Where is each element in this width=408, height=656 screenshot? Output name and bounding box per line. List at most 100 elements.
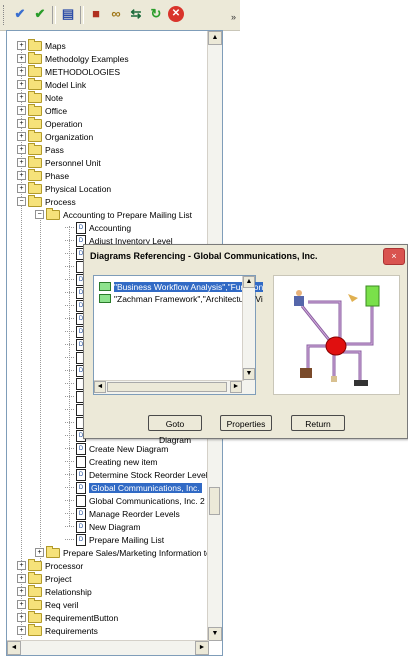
delete-doc-icon[interactable]: ■: [88, 6, 104, 22]
tree-item[interactable]: + Pass: [17, 142, 64, 156]
tree-item[interactable]: + Processor: [17, 558, 84, 572]
tree-item[interactable]: + Model Link: [17, 77, 86, 91]
goto-diagram-button[interactable]: Goto Diagram: [148, 415, 202, 445]
properties-button[interactable]: Properties: [220, 415, 272, 431]
expand-icon[interactable]: +: [17, 587, 26, 596]
tree-item[interactable]: − Process: [17, 194, 76, 208]
scroll-left-icon[interactable]: ◄: [7, 641, 21, 655]
list-icon[interactable]: ▤: [60, 6, 76, 22]
tree-item-label: METHODOLOGIES: [45, 66, 121, 77]
tree-item[interactable]: D Manage Reorder Levels: [65, 507, 180, 520]
link-icon[interactable]: ∞: [108, 6, 124, 22]
close-icon[interactable]: ×: [383, 248, 405, 265]
tree-item-label: Processor: [45, 560, 84, 571]
tree-item[interactable]: D Global Communications, Inc.: [65, 481, 202, 494]
expand-icon[interactable]: +: [17, 184, 26, 193]
tree-item[interactable]: + RequirementButton: [17, 610, 118, 624]
toolbar-grip[interactable]: [3, 5, 7, 25]
scroll-right-icon[interactable]: ►: [195, 641, 209, 655]
dialog-title: Diagrams Referencing - Global Communicat…: [84, 245, 407, 267]
tree-item[interactable]: + Methodolgy Examples: [17, 51, 129, 65]
tree-item[interactable]: D Determine Stock Reorder Levels: [65, 468, 209, 481]
tree-item[interactable]: + Physical Location: [17, 181, 111, 195]
tree-item[interactable]: + Personnel Unit: [17, 155, 101, 169]
scroll-down-icon[interactable]: ▼: [208, 627, 222, 641]
scroll-right-icon[interactable]: ►: [230, 381, 242, 393]
expand-icon[interactable]: +: [17, 600, 26, 609]
expand-icon[interactable]: +: [35, 548, 44, 557]
tree-item[interactable]: D Create New Diagram: [65, 442, 168, 455]
scroll-left-icon[interactable]: ◄: [94, 381, 106, 393]
expand-icon[interactable]: +: [17, 80, 26, 89]
folder-icon: [28, 51, 42, 64]
expand-icon[interactable]: +: [17, 106, 26, 115]
expand-icon[interactable]: +: [17, 93, 26, 102]
expand-icon[interactable]: +: [17, 132, 26, 141]
expand-icon[interactable]: +: [17, 561, 26, 570]
list-item[interactable]: "Business Workflow Analysis","Function: [99, 281, 264, 292]
list-horizontal-scrollbar[interactable]: ◄ ►: [94, 380, 244, 394]
scroll-up-icon[interactable]: ▲: [208, 31, 222, 45]
diagram-doc-icon: D: [76, 221, 86, 234]
scroll-down-icon[interactable]: ▼: [243, 368, 255, 380]
tree-connector: [65, 487, 74, 488]
folder-icon: [99, 282, 111, 291]
expand-icon[interactable]: +: [17, 119, 26, 128]
expand-icon[interactable]: +: [17, 145, 26, 154]
folder-icon: [46, 545, 60, 558]
tree-item[interactable]: − Accounting to Prepare Mailing List: [35, 207, 192, 221]
tree-item-label: Creating new item: [89, 456, 158, 467]
tree-item[interactable]: + METHODOLOGIES: [17, 64, 121, 78]
tree-item[interactable]: D Prepare Mailing List: [65, 533, 164, 546]
collapse-icon[interactable]: −: [17, 197, 26, 206]
toolbar-chevron-icon[interactable]: »: [231, 12, 236, 22]
list-item[interactable]: "Zachman Framework","Architectural Vi: [99, 293, 263, 304]
check-blue-icon[interactable]: ✔: [12, 6, 28, 22]
tree-item[interactable]: D New Diagram: [65, 520, 141, 533]
tree-item[interactable]: Global Communications, Inc. 2: [65, 494, 205, 507]
folder-icon: [28, 571, 42, 584]
expand-icon[interactable]: +: [17, 613, 26, 622]
tree-connector: [65, 318, 74, 319]
expand-icon[interactable]: +: [17, 171, 26, 180]
tree-connector: [65, 344, 74, 345]
collapse-icon[interactable]: −: [35, 210, 44, 219]
tree-item[interactable]: + Operation: [17, 116, 82, 130]
tree-item[interactable]: + Requirements: [17, 623, 98, 637]
expand-icon[interactable]: +: [17, 626, 26, 635]
diagrams-referencing-dialog: Diagrams Referencing - Global Communicat…: [83, 244, 408, 445]
tree-horizontal-scrollbar[interactable]: ◄ ►: [7, 640, 209, 655]
expand-icon[interactable]: +: [17, 41, 26, 50]
tree-item[interactable]: + Office: [17, 103, 67, 117]
return-button[interactable]: Return: [291, 415, 345, 431]
refresh-icon[interactable]: ↻: [148, 6, 164, 22]
scroll-thumb[interactable]: [209, 487, 220, 515]
diagram-thumbnail: [294, 285, 380, 386]
tree-item[interactable]: + Prepare Sales/Marketing Information to …: [35, 545, 209, 559]
tree-item[interactable]: Creating new item: [65, 455, 158, 468]
tree-connector: [65, 370, 74, 371]
tree-item[interactable]: + Phase: [17, 168, 69, 182]
folder-icon: [28, 90, 42, 103]
tree-item[interactable]: + Project: [17, 571, 71, 585]
toolbar-separator: [52, 6, 56, 24]
tree-item[interactable]: + Maps: [17, 38, 66, 52]
expand-icon[interactable]: +: [17, 158, 26, 167]
list-vertical-scrollbar[interactable]: ▲ ▼: [242, 276, 255, 394]
tree-item[interactable]: + Req veril: [17, 597, 79, 611]
tree-item[interactable]: + Note: [17, 90, 63, 104]
check-green-icon[interactable]: ✔: [32, 6, 48, 22]
tree-item[interactable]: + Relationship: [17, 584, 92, 598]
expand-icon[interactable]: +: [17, 574, 26, 583]
scroll-up-icon[interactable]: ▲: [243, 276, 255, 288]
expand-icon[interactable]: +: [17, 54, 26, 63]
folder-icon: [28, 168, 42, 181]
tree-item[interactable]: D Accounting: [65, 221, 131, 234]
tree-item[interactable]: + Organization: [17, 129, 93, 143]
diagram-list[interactable]: "Business Workflow Analysis","Function "…: [93, 275, 264, 395]
cancel-icon[interactable]: ✕: [168, 6, 184, 22]
swap-icon[interactable]: ⇆: [128, 6, 144, 22]
scroll-thumb[interactable]: [107, 382, 227, 392]
expand-icon[interactable]: +: [17, 67, 26, 76]
tree-connector: [65, 305, 74, 306]
